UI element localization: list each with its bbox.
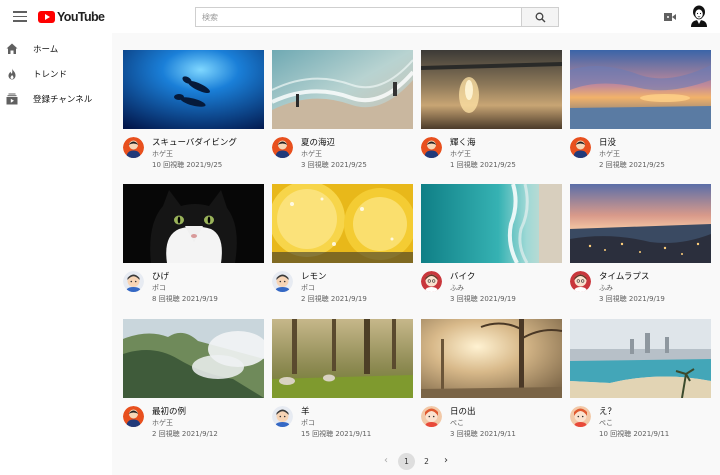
video-meta: 3 回視聴 2021/9/11 [450, 430, 516, 438]
search-button[interactable] [521, 7, 559, 27]
channel-name[interactable]: ホゲ王 [152, 149, 173, 159]
video-title[interactable]: ひげ [152, 270, 169, 282]
video-meta: 2 回視聴 2021/9/12 [152, 430, 218, 438]
menu-icon[interactable] [13, 11, 27, 22]
youtube-logo[interactable]: YouTube [38, 10, 105, 24]
channel-name[interactable]: ポコ [301, 418, 315, 428]
sidebar-item-label: トレンド [33, 70, 68, 80]
video-card[interactable]: え？ ぺこ 10 回視聴 2021/9/11 [570, 319, 711, 444]
video-card[interactable]: 日没 ホゲ王 2 回視聴 2021/9/25 [570, 50, 711, 175]
sidebar-item-label: ホーム [33, 45, 59, 55]
video-meta: 3 回視聴 2021/9/19 [599, 295, 665, 303]
channel-avatar[interactable] [421, 271, 442, 292]
video-card[interactable]: 夏の海辺 ホゲ王 3 回視聴 2021/9/25 [272, 50, 413, 175]
video-title[interactable]: 羊 [301, 405, 310, 417]
video-title[interactable]: え？ [599, 405, 616, 417]
video-title[interactable]: バイク [450, 270, 475, 282]
sidebar: ホーム トレンド 登録チャンネル [0, 33, 112, 475]
video-thumbnail[interactable] [421, 319, 562, 398]
video-title[interactable]: タイムラプス [599, 270, 649, 282]
video-card[interactable]: 輝く海 ホゲ王 1 回視聴 2021/9/25 [421, 50, 562, 175]
video-thumbnail[interactable] [123, 319, 264, 398]
video-card[interactable]: 最初の例 ホゲ王 2 回視聴 2021/9/12 [123, 319, 264, 444]
channel-avatar[interactable] [123, 137, 144, 158]
video-meta: 15 回視聴 2021/9/11 [301, 430, 372, 438]
video-card[interactable]: タイムラプス ふみ 3 回視聴 2021/9/19 [570, 184, 711, 309]
video-meta: 10 回視聴 2021/9/11 [599, 430, 670, 438]
channel-avatar[interactable] [272, 271, 293, 292]
video-thumbnail[interactable] [123, 50, 264, 129]
video-meta: 2 回視聴 2021/9/25 [599, 161, 665, 169]
video-title[interactable]: 夏の海辺 [301, 136, 335, 148]
channel-avatar[interactable] [272, 137, 293, 158]
video-thumbnail[interactable] [272, 319, 413, 398]
video-meta: 3 回視聴 2021/9/25 [301, 161, 367, 169]
sidebar-item-subscriptions[interactable]: 登録チャンネル [0, 88, 112, 112]
channel-name[interactable]: ぺこ [599, 418, 613, 428]
sidebar-item-trending[interactable]: トレンド [0, 63, 112, 87]
video-title[interactable]: スキューバダイビング [152, 136, 237, 148]
channel-name[interactable]: ふみ [599, 283, 613, 293]
video-card[interactable]: レモン ポコ 2 回視聴 2021/9/19 [272, 184, 413, 309]
channel-avatar[interactable] [272, 406, 293, 427]
pagination-page-1[interactable]: 1 [398, 453, 415, 470]
channel-avatar[interactable] [421, 137, 442, 158]
top-bar: YouTube [0, 0, 720, 33]
channel-name[interactable]: ホゲ王 [599, 149, 620, 159]
video-meta: 8 回視聴 2021/9/19 [152, 295, 218, 303]
search-input[interactable] [195, 7, 522, 27]
video-thumbnail[interactable] [272, 184, 413, 263]
logo-text: YouTube [57, 10, 105, 24]
channel-avatar[interactable] [570, 406, 591, 427]
video-card[interactable]: 日の出 ぺこ 3 回視聴 2021/9/11 [421, 319, 562, 444]
channel-avatar[interactable] [123, 271, 144, 292]
channel-avatar[interactable] [570, 271, 591, 292]
video-camera-icon[interactable] [664, 12, 676, 22]
channel-name[interactable]: ホゲ王 [152, 418, 173, 428]
user-avatar-icon[interactable] [689, 5, 709, 27]
video-card[interactable]: 羊 ポコ 15 回視聴 2021/9/11 [272, 319, 413, 444]
pagination-next-button[interactable]: › [440, 454, 452, 468]
pagination-prev-button[interactable]: ‹ [380, 454, 392, 468]
search-icon [535, 12, 546, 23]
video-title[interactable]: 日の出 [450, 405, 476, 417]
video-title[interactable]: レモン [301, 270, 327, 282]
channel-avatar[interactable] [421, 406, 442, 427]
youtube-logo-icon [38, 11, 55, 23]
video-card[interactable]: ひげ ポコ 8 回視聴 2021/9/19 [123, 184, 264, 309]
video-title[interactable]: 日没 [599, 136, 616, 148]
video-thumbnail[interactable] [421, 184, 562, 263]
video-card[interactable]: バイク ふみ 3 回視聴 2021/9/19 [421, 184, 562, 309]
channel-avatar[interactable] [570, 137, 591, 158]
channel-name[interactable]: ホゲ王 [301, 149, 322, 159]
channel-name[interactable]: ぺこ [450, 418, 464, 428]
channel-name[interactable]: ポコ [152, 283, 166, 293]
video-title[interactable]: 最初の例 [152, 405, 186, 417]
channel-name[interactable]: ホゲ王 [450, 149, 471, 159]
video-meta: 10 回視聴 2021/9/25 [152, 161, 223, 169]
video-thumbnail[interactable] [570, 319, 711, 398]
flame-icon [8, 68, 16, 80]
video-thumbnail[interactable] [421, 50, 562, 129]
video-thumbnail[interactable] [570, 50, 711, 129]
home-icon [6, 43, 18, 54]
subscriptions-icon [6, 93, 18, 105]
channel-avatar[interactable] [123, 406, 144, 427]
video-meta: 2 回視聴 2021/9/19 [301, 295, 367, 303]
channel-name[interactable]: ふみ [450, 283, 464, 293]
video-card[interactable]: スキューバダイビング ホゲ王 10 回視聴 2021/9/25 [123, 50, 264, 175]
video-meta: 3 回視聴 2021/9/19 [450, 295, 516, 303]
video-thumbnail[interactable] [123, 184, 264, 263]
video-thumbnail[interactable] [272, 50, 413, 129]
channel-name[interactable]: ポコ [301, 283, 315, 293]
sidebar-item-home[interactable]: ホーム [0, 38, 112, 62]
video-thumbnail[interactable] [570, 184, 711, 263]
sidebar-item-label: 登録チャンネル [33, 95, 93, 105]
video-meta: 1 回視聴 2021/9/25 [450, 161, 516, 169]
pagination-page-2[interactable]: 2 [418, 453, 435, 470]
video-title[interactable]: 輝く海 [450, 136, 476, 148]
